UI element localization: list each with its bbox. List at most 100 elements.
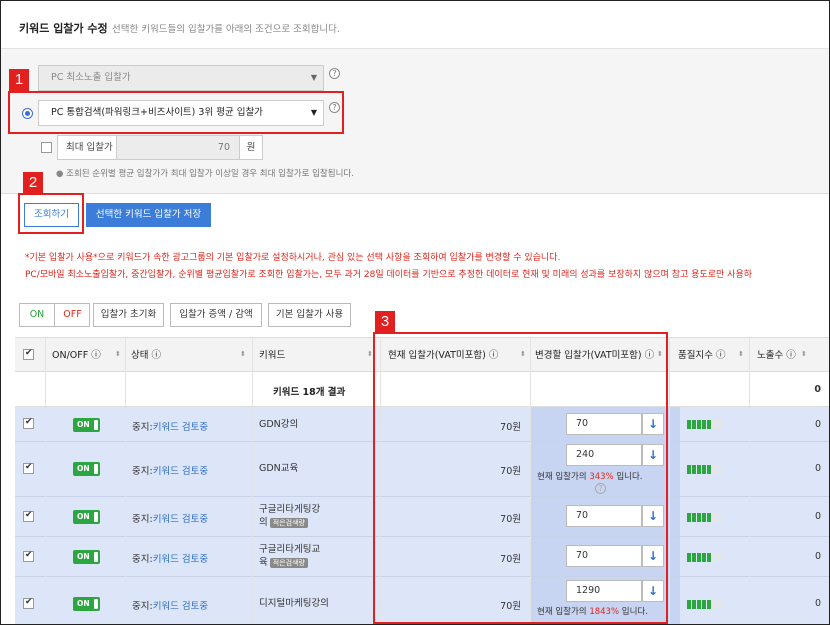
- status-prefix: 중지:: [132, 554, 153, 565]
- callout-number-2: 2: [23, 172, 43, 194]
- quality-index-bar: [687, 465, 735, 474]
- keyword-text: 구글리타게팅강: [259, 504, 321, 515]
- row-keyword: 구글리타게팅교육 적은검색량: [259, 543, 320, 569]
- low-search-volume-badge: 적은검색량: [269, 558, 308, 568]
- row-checkbox[interactable]: [23, 597, 34, 609]
- col-label: 노출수: [757, 350, 784, 361]
- max-bid-checkbox[interactable]: [41, 142, 52, 153]
- max-bid-note: ● 조회된 순위별 평균 입찰가가 최대 입찰가 이상일 경우 최대 입찰가로 …: [56, 167, 354, 179]
- on-button[interactable]: ON: [20, 304, 55, 326]
- row-on-toggle[interactable]: ON: [73, 550, 100, 564]
- row-impressions: 0: [815, 511, 822, 522]
- use-default-bid-button[interactable]: 기본 입찰가 사용: [268, 303, 351, 327]
- max-bid-unit: 원: [239, 135, 263, 160]
- help-icon: ⓘ: [151, 350, 162, 361]
- result-count-label: 키워드 18개 결과: [273, 387, 346, 398]
- off-button[interactable]: OFF: [55, 304, 90, 326]
- on-off-toggle-group: ON OFF: [19, 303, 90, 327]
- status-prefix: 중지:: [132, 466, 153, 477]
- panel-header: 키워드 입찰가 수정 선택한 키워드들의 입찰가를 아래의 조건으로 조회합니다…: [1, 1, 829, 49]
- row-checkbox[interactable]: [23, 462, 34, 474]
- status-link[interactable]: 키워드 검토중: [153, 514, 208, 525]
- row-keyword: GDN교육: [259, 463, 299, 474]
- row-impressions: 0: [815, 463, 822, 474]
- column-divider: [125, 337, 126, 624]
- col-label: ON/OFF: [52, 350, 89, 361]
- status-prefix: 중지:: [132, 422, 153, 433]
- quality-index-bar: [687, 600, 735, 609]
- row-checkbox[interactable]: [23, 417, 34, 429]
- max-bid-input[interactable]: 70: [116, 135, 240, 160]
- max-bid-label: 최대 입찰가: [57, 135, 117, 160]
- save-selected-bids-button[interactable]: 선택한 키워드 입찰가 저장: [86, 203, 211, 227]
- quality-index-bar: [687, 420, 735, 429]
- status-link[interactable]: 키워드 검토중: [153, 422, 208, 433]
- col-quality[interactable]: 품질지수 ⓘ: [678, 338, 726, 373]
- column-divider: [669, 337, 670, 624]
- help-icon[interactable]: ?: [329, 68, 340, 79]
- col-label: 품질지수: [678, 350, 713, 361]
- status-prefix: 중지:: [132, 601, 153, 612]
- col-label: 상태: [131, 350, 149, 361]
- callout-number-3: 3: [375, 311, 395, 333]
- page-description: 선택한 키워드들의 입찰가를 아래의 조건으로 조회합니다.: [112, 24, 340, 35]
- bid-edit-panel: 키워드 입찰가 수정 선택한 키워드들의 입찰가를 아래의 조건으로 조회합니다…: [0, 0, 830, 625]
- row-impressions: 0: [815, 419, 822, 430]
- row-status: 중지:키워드 검토중: [132, 511, 208, 525]
- row-status: 중지:키워드 검토중: [132, 551, 208, 565]
- help-icon: ⓘ: [91, 350, 101, 361]
- page-title: 키워드 입찰가 수정: [19, 22, 108, 35]
- warning-text-2: PC/모바일 최소노출입찰가, 중간입찰가, 순위별 평균입찰가로 조회한 입찰…: [25, 270, 753, 280]
- column-divider: [749, 337, 750, 624]
- info-icon: ●: [56, 169, 64, 179]
- sort-icon[interactable]: ⬍: [367, 350, 373, 358]
- row-on-toggle[interactable]: ON: [73, 597, 100, 611]
- help-icon: ⓘ: [786, 350, 796, 361]
- sort-icon[interactable]: ⬍: [115, 350, 121, 358]
- row-status: 중지:키워드 검토중: [132, 598, 208, 612]
- adjust-bid-button[interactable]: 입찰가 증액 / 감액: [170, 303, 262, 327]
- keyword-text-wrap: 의: [259, 517, 268, 528]
- row-on-toggle[interactable]: ON: [73, 462, 100, 476]
- row-keyword: 디지털마케팅강의: [259, 598, 329, 609]
- row-on-toggle[interactable]: ON: [73, 510, 100, 524]
- pc-min-exposure-select: PC 최소노출 입찰가 ▼: [38, 65, 324, 91]
- row-checkbox[interactable]: [23, 550, 34, 562]
- col-status[interactable]: 상태 ⓘ: [131, 338, 161, 373]
- keyword-text: 구글리타게팅교: [259, 544, 321, 555]
- max-bid-note-text: 조회된 순위별 평균 입찰가가 최대 입찰가 이상일 경우 최대 입찰가로 입찰…: [66, 169, 354, 179]
- col-keyword[interactable]: 키워드: [259, 338, 285, 373]
- warning-text-1: *기본 입찰가 사용*으로 키워드가 속한 광고그룹의 기본 입찰가로 설정하시…: [25, 253, 561, 263]
- status-prefix: 중지:: [132, 514, 153, 525]
- row-keyword: 구글리타게팅강의 적은검색량: [259, 503, 320, 529]
- status-link[interactable]: 키워드 검토중: [153, 466, 208, 477]
- callout-box-2: [18, 193, 84, 234]
- col-impressions[interactable]: 노출수 ⓘ: [757, 338, 796, 373]
- row-impressions: 0: [815, 598, 822, 609]
- col-onoff[interactable]: ON/OFF ⓘ: [52, 338, 101, 373]
- quality-index-bar: [687, 553, 735, 562]
- dropdown-arrow-icon: ▼: [310, 73, 317, 82]
- select-label: PC 최소노출 입찰가: [51, 72, 131, 83]
- row-impressions: 0: [815, 551, 822, 562]
- sort-icon[interactable]: ⬍: [738, 350, 744, 358]
- keyword-text-wrap: 육: [259, 557, 268, 568]
- quality-index-bar: [687, 513, 735, 522]
- row-status: 중지:키워드 검토중: [132, 463, 208, 477]
- callout-box-3: [373, 332, 668, 624]
- sort-icon[interactable]: ⬍: [801, 350, 807, 358]
- low-search-volume-badge: 적은검색량: [269, 518, 308, 528]
- help-icon: ⓘ: [716, 350, 726, 361]
- callout-box-1: [8, 91, 344, 134]
- row-checkbox[interactable]: [23, 510, 34, 522]
- callout-number-1: 1: [9, 69, 29, 91]
- row-status: 중지:키워드 검토중: [132, 419, 208, 433]
- status-link[interactable]: 키워드 검토중: [153, 554, 208, 565]
- row-on-toggle[interactable]: ON: [73, 418, 100, 432]
- sort-icon[interactable]: ⬍: [240, 350, 246, 358]
- column-divider: [45, 337, 46, 624]
- select-all-checkbox[interactable]: [23, 348, 34, 360]
- reset-bid-button[interactable]: 입찰가 초기화: [93, 303, 164, 327]
- status-link[interactable]: 키워드 검토중: [153, 601, 208, 612]
- row-keyword: GDN강의: [259, 419, 299, 430]
